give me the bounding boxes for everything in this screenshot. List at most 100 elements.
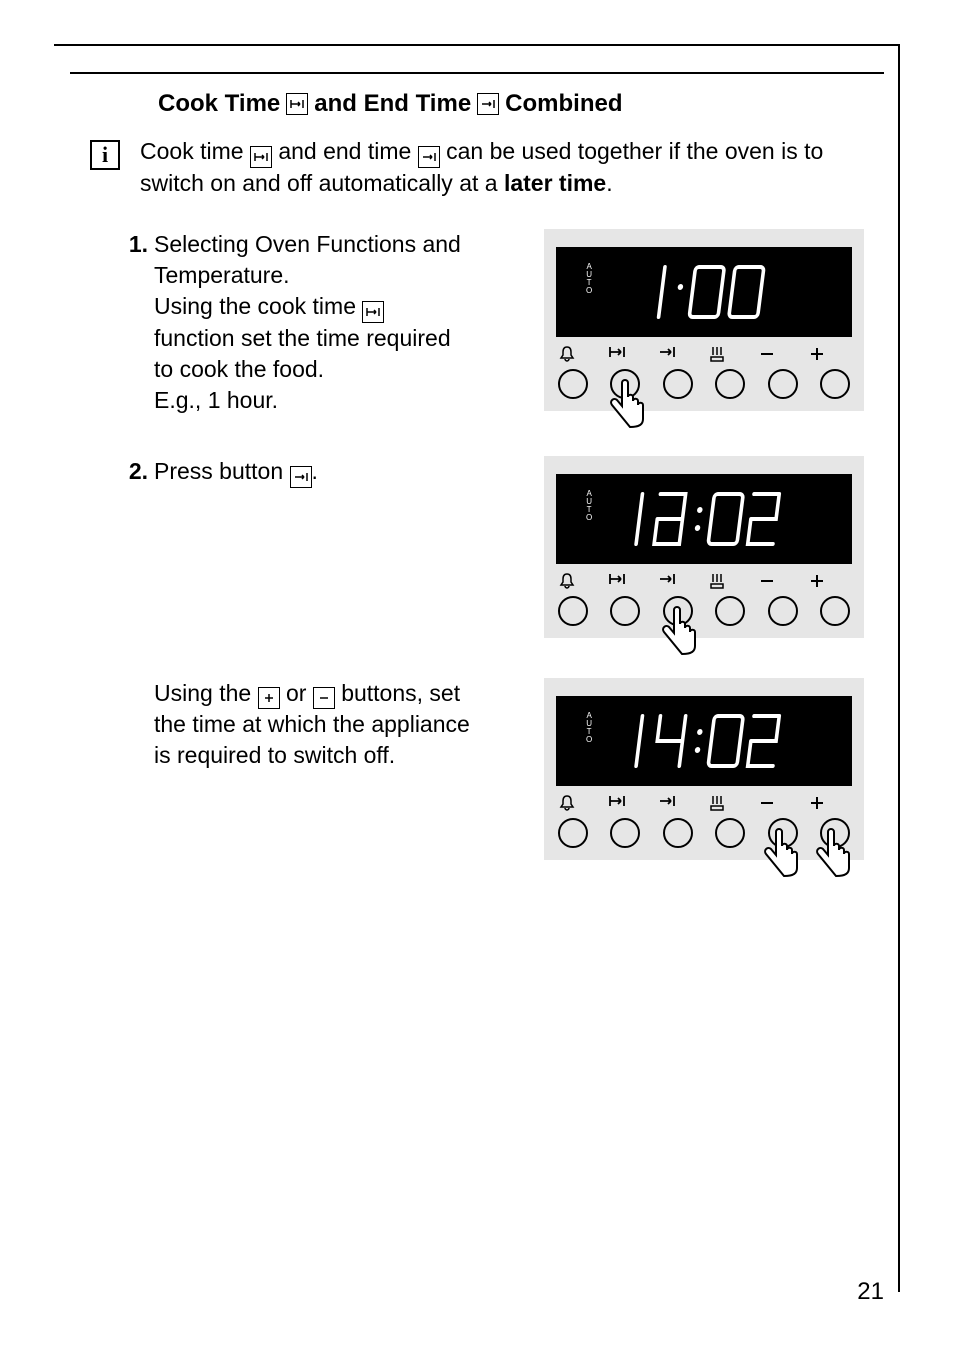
button-row-2: [544, 596, 864, 626]
minus-icon: [758, 345, 800, 363]
plus-button[interactable]: [820, 818, 850, 848]
display-value-1: [623, 257, 785, 327]
end-time-icon: [658, 572, 700, 590]
page-number: 21: [857, 1278, 884, 1306]
panel-figure-2: AUTO: [544, 456, 864, 638]
step-2-line-1b: .: [312, 458, 318, 484]
minus-icon: [758, 572, 800, 590]
figure-3: AUTO: [544, 678, 864, 860]
end-time-button[interactable]: [663, 369, 693, 399]
minus-icon: [758, 794, 800, 812]
heading-text-1: Cook Time: [158, 90, 280, 118]
section-heading: Cook Time and End Time Combined: [158, 90, 864, 118]
step-1-line-1: Selecting Oven Functions and Temperature…: [154, 231, 461, 288]
lcd-display-3: AUTO: [556, 696, 852, 786]
end-time-icon: [418, 146, 440, 168]
temperature-button[interactable]: [715, 369, 745, 399]
step-2-line-1a: Press button: [154, 458, 283, 484]
cook-time-icon: [286, 93, 308, 115]
end-time-button[interactable]: [663, 818, 693, 848]
button-row-1: [544, 369, 864, 399]
temperature-icon: [708, 572, 750, 590]
end-time-icon: [658, 345, 700, 363]
heading-text-3: Combined: [505, 90, 622, 118]
temperature-icon: [708, 794, 750, 812]
bell-icon: [558, 572, 600, 590]
auto-label: AUTO: [586, 490, 593, 522]
plus-icon: [808, 794, 850, 812]
plus-icon: [808, 572, 850, 590]
display-value-3: [601, 706, 808, 776]
cook-time-icon: [250, 146, 272, 168]
minus-button[interactable]: [768, 369, 798, 399]
step-3: Using the or buttons, set the time at wh…: [90, 678, 864, 860]
icon-row-2: [544, 572, 864, 590]
step-3-text: Using the or buttons, set the time at wh…: [154, 678, 470, 771]
minus-box-icon: [313, 687, 335, 709]
minus-button[interactable]: [768, 818, 798, 848]
step-3-line-1b: or: [286, 680, 306, 706]
cook-time-button[interactable]: [610, 818, 640, 848]
heading-text-2: and End Time: [314, 90, 471, 118]
cook-time-button[interactable]: [610, 369, 640, 399]
info-text-tail: .: [606, 170, 612, 196]
plus-box-icon: [258, 687, 280, 709]
step-1-number: 1.: [120, 229, 148, 416]
temperature-button[interactable]: [715, 818, 745, 848]
minus-button[interactable]: [768, 596, 798, 626]
step-3-text-col: Using the or buttons, set the time at wh…: [90, 678, 470, 771]
end-time-icon: [658, 794, 700, 812]
bell-icon: [558, 794, 600, 812]
content-area: Cook Time and End Time Combined i Cook t…: [90, 90, 864, 1262]
end-time-button[interactable]: [663, 596, 693, 626]
icon-row-1: [544, 345, 864, 363]
figure-1: AUTO: [544, 229, 864, 411]
bell-icon: [558, 345, 600, 363]
auto-label: AUTO: [586, 712, 593, 744]
figure-2: AUTO: [544, 456, 864, 638]
bell-button[interactable]: [558, 596, 588, 626]
info-block: i Cook time and end time can be used tog…: [90, 136, 864, 199]
plus-button[interactable]: [820, 596, 850, 626]
cook-time-button[interactable]: [610, 596, 640, 626]
step-2: 2. Press button . AUTO: [90, 456, 864, 638]
info-text-bold: later time: [504, 170, 606, 196]
plus-button[interactable]: [820, 369, 850, 399]
step-2-text-col: 2. Press button .: [90, 456, 470, 488]
bell-button[interactable]: [558, 818, 588, 848]
plus-icon: [808, 345, 850, 363]
page: Cook Time and End Time Combined i Cook t…: [0, 0, 954, 1352]
lcd-display-1: AUTO: [556, 247, 852, 337]
step-1-line-2a: Using the cook time: [154, 293, 356, 319]
info-text-2: and end time: [278, 138, 411, 164]
step-1: 1. Selecting Oven Functions and Temperat…: [90, 229, 864, 416]
cook-time-icon: [362, 301, 384, 323]
display-value-2: [601, 484, 808, 554]
info-icon: i: [90, 140, 120, 170]
cook-time-icon: [608, 794, 650, 812]
lcd-display-2: AUTO: [556, 474, 852, 564]
panel-figure-3: AUTO: [544, 678, 864, 860]
end-time-icon: [290, 466, 312, 488]
icon-row-3: [544, 794, 864, 812]
top-rule: [70, 72, 884, 74]
step-2-text: Press button .: [154, 456, 470, 488]
step-2-number: 2.: [120, 456, 148, 488]
step-3-number: [120, 678, 148, 771]
info-text-1: Cook time: [140, 138, 244, 164]
step-1-text: Selecting Oven Functions and Temperature…: [154, 229, 470, 416]
button-row-3: [544, 818, 864, 848]
step-1-text-col: 1. Selecting Oven Functions and Temperat…: [90, 229, 470, 416]
bell-button[interactable]: [558, 369, 588, 399]
step-1-line-3: E.g., 1 hour.: [154, 387, 278, 413]
auto-label: AUTO: [586, 263, 593, 295]
cook-time-icon: [608, 345, 650, 363]
step-3-line-1a: Using the: [154, 680, 251, 706]
end-time-icon: [477, 93, 499, 115]
temperature-button[interactable]: [715, 596, 745, 626]
cook-time-icon: [608, 572, 650, 590]
info-text: Cook time and end time can be used toget…: [140, 136, 864, 199]
step-1-line-2b: function set the time required to cook t…: [154, 325, 451, 382]
temperature-icon: [708, 345, 750, 363]
panel-figure-1: AUTO: [544, 229, 864, 411]
